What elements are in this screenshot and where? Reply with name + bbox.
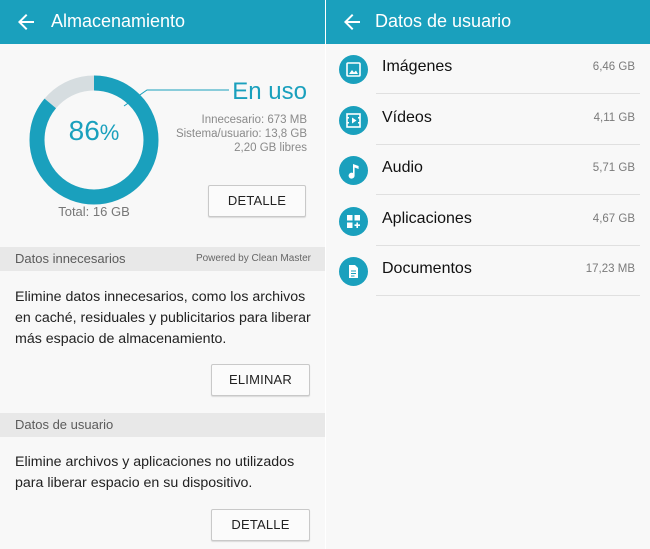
item-label: Imágenes — [382, 58, 453, 75]
back-arrow-icon[interactable] — [340, 10, 364, 34]
image-icon — [339, 55, 368, 84]
item-size: 4,11 GB — [593, 112, 635, 124]
item-size: 17,23 MB — [585, 263, 635, 275]
usage-breakdown: Innecesario: 673 MB Sistema/usuario: 13,… — [176, 113, 307, 155]
user-data-app-bar: Datos de usuario — [326, 0, 650, 44]
description-line: en caché, residuales y publicitarios par… — [15, 310, 311, 326]
divider — [376, 93, 640, 94]
list-item-audio[interactable]: Audio 5,71 GB — [326, 145, 650, 195]
item-size: 4,67 GB — [592, 213, 635, 225]
unnecessary-data-description: Elimine datos innecesarios, como los arc… — [15, 287, 315, 350]
music-note-icon — [339, 156, 368, 185]
divider — [376, 194, 640, 195]
list-item-documents[interactable]: Documentos 17,23 MB — [326, 246, 650, 296]
unnecessary-amount: Innecesario: 673 MB — [201, 114, 307, 126]
item-label: Vídeos — [382, 109, 432, 126]
description-line: Elimine archivos y aplicaciones no utili… — [15, 454, 295, 470]
video-icon — [339, 106, 368, 135]
apps-icon — [339, 207, 368, 236]
list-item-images[interactable]: Imágenes 6,46 GB — [326, 44, 650, 94]
divider — [376, 295, 640, 296]
total-storage: Total: 16 GB — [58, 204, 130, 219]
system-user-amount: Sistema/usuario: 13,8 GB — [175, 128, 307, 140]
document-icon — [339, 257, 368, 286]
section-title: Datos innecesarios — [15, 251, 126, 266]
user-data-panel: Datos de usuario Imágenes 6,46 GB Vídeos… — [326, 0, 650, 549]
user-data-header: Datos de usuario — [0, 413, 325, 437]
item-label: Aplicaciones — [382, 210, 472, 227]
item-size: 6,46 GB — [592, 61, 635, 73]
page-title: Datos de usuario — [375, 11, 512, 31]
list-item-videos[interactable]: Vídeos 4,11 GB — [326, 95, 650, 145]
list-item-applications[interactable]: Aplicaciones 4,67 GB — [326, 196, 650, 246]
item-label: Audio — [382, 159, 423, 176]
unnecessary-data-header: Datos innecesarios Powered by Clean Mast… — [0, 247, 325, 271]
user-data-description: Elimine archivos y aplicaciones no utili… — [15, 452, 315, 494]
section-title: Datos de usuario — [15, 417, 114, 432]
storage-panel: Almacenamiento 86% En uso Innecesario: 6… — [0, 0, 325, 549]
delete-button[interactable]: ELIMINAR — [211, 364, 310, 396]
item-label: Documentos — [382, 260, 472, 277]
item-size: 5,71 GB — [592, 162, 635, 174]
in-use-label: En uso — [232, 78, 307, 105]
detail-button[interactable]: DETALLE — [208, 185, 306, 217]
description-line: Elimine datos innecesarios, como los arc… — [15, 289, 306, 305]
user-data-detail-button[interactable]: DETALLE — [211, 509, 310, 541]
powered-by-label: Powered by Clean Master — [195, 253, 311, 264]
description-line: más espacio de almacenamiento. — [15, 331, 227, 347]
description-line: para liberar espacio en su dispositivo. — [15, 475, 253, 491]
free-amount: 2,20 GB libres — [234, 142, 307, 154]
